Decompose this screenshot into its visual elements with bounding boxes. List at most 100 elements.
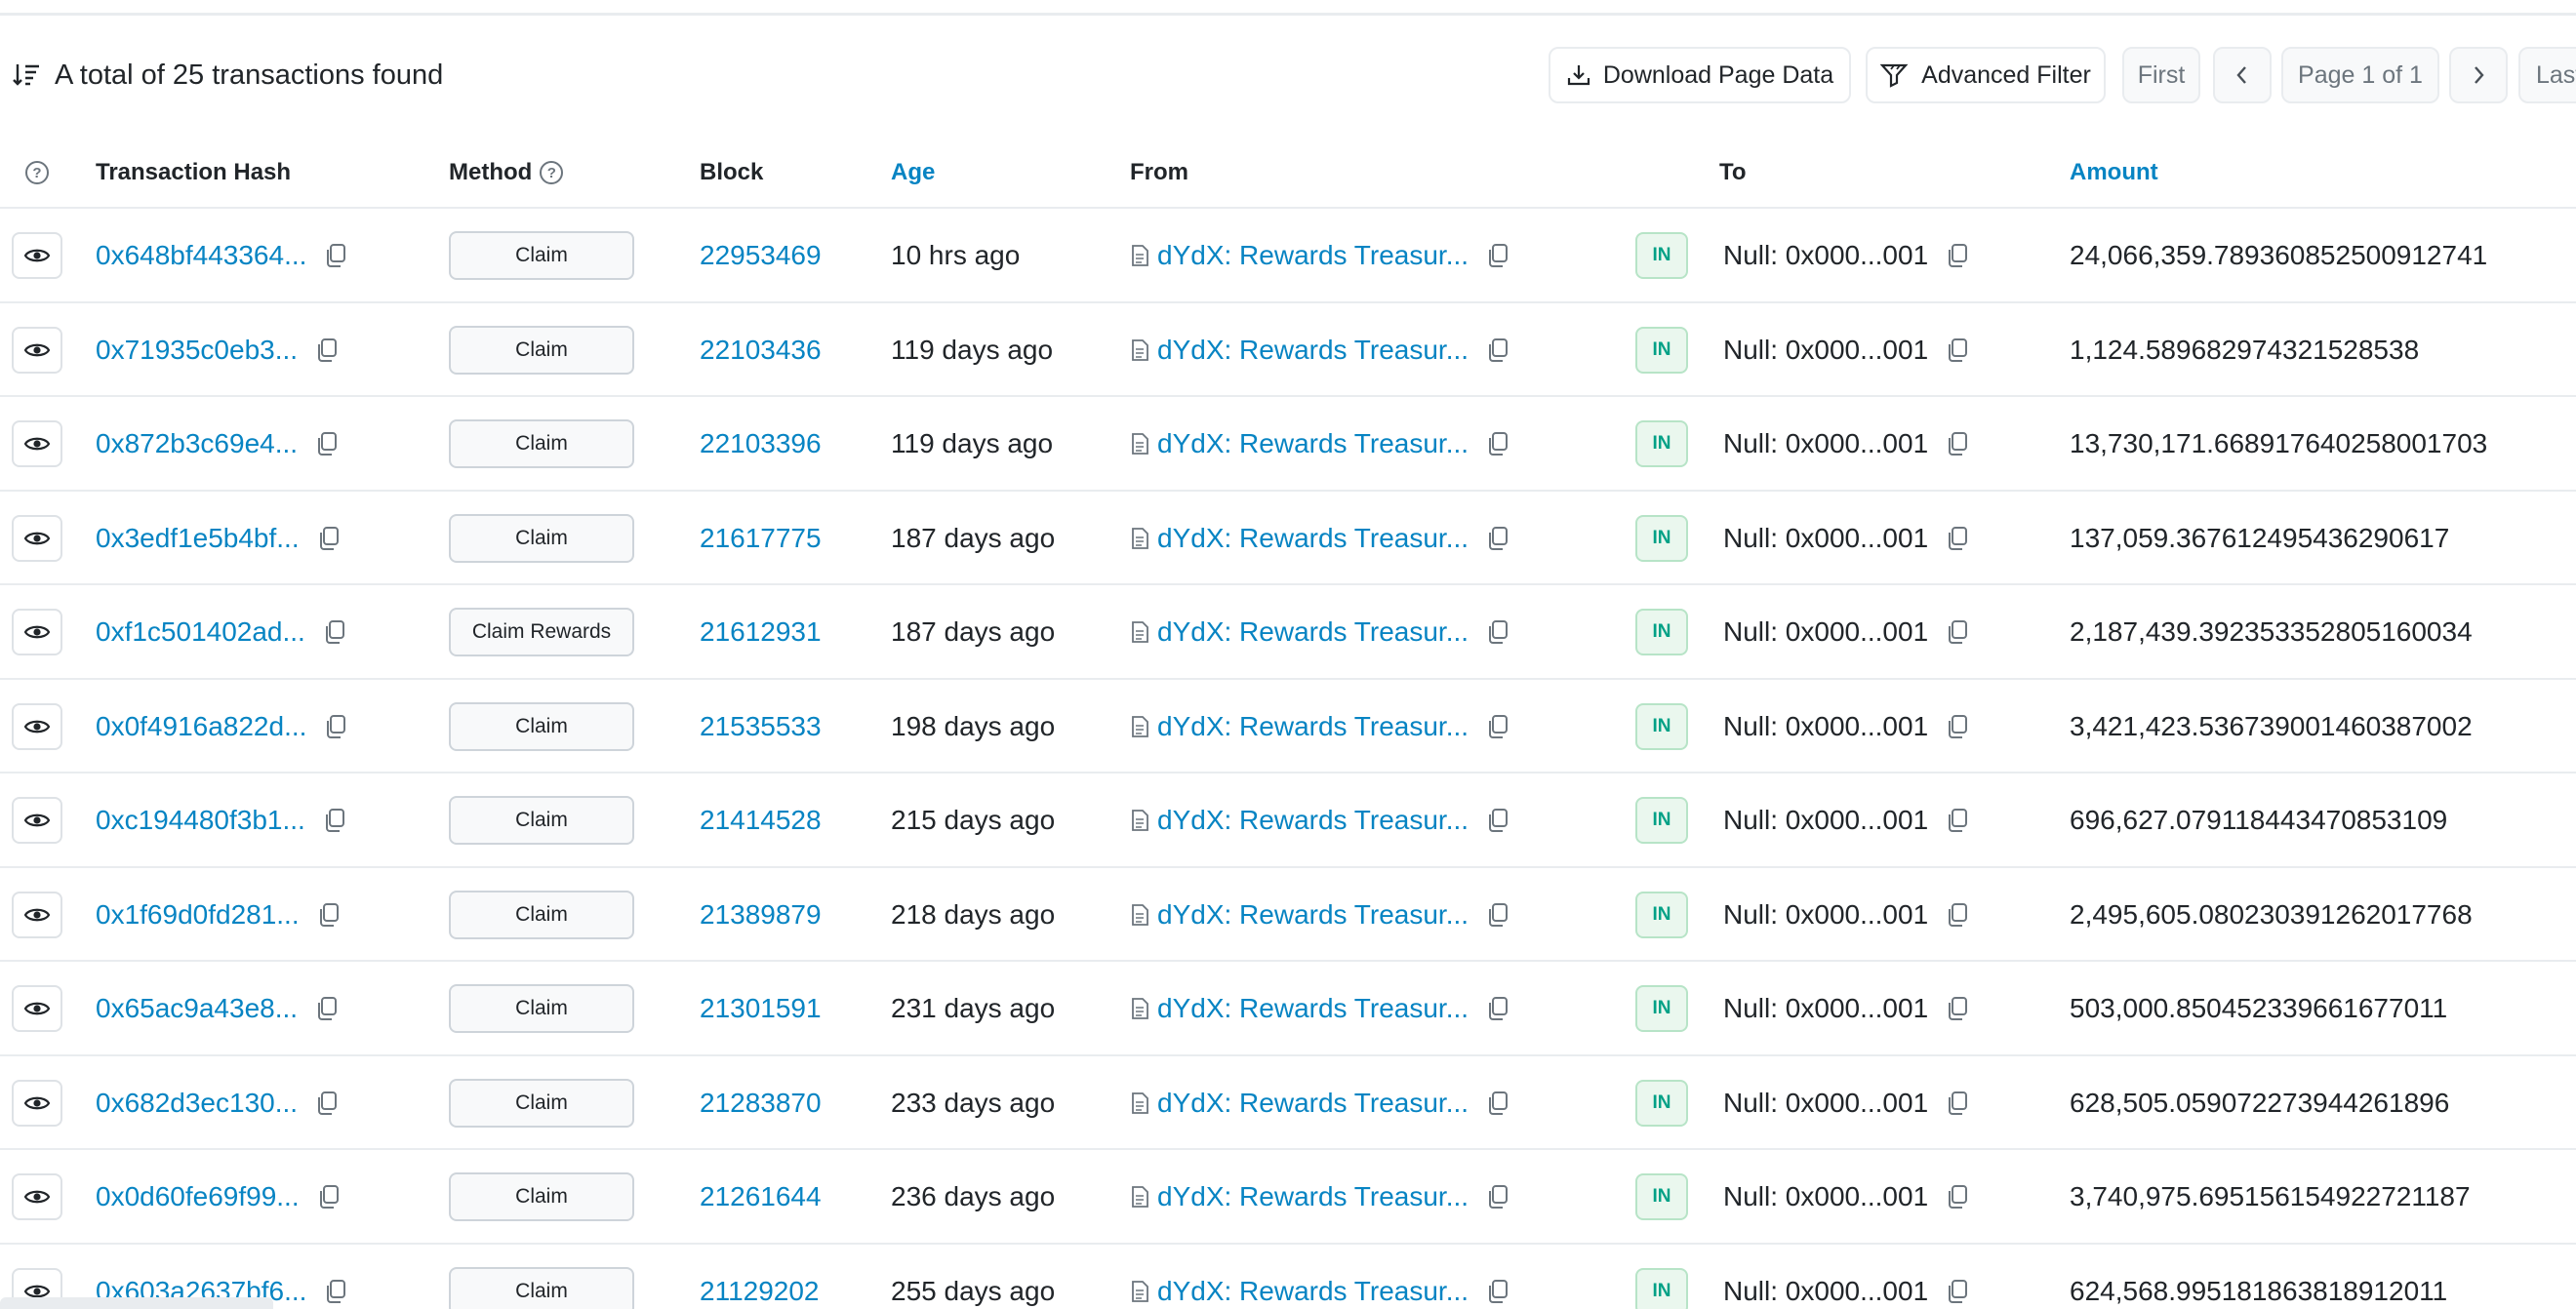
from-address-link[interactable]: dYdX: Rewards Treasur...: [1157, 993, 1469, 1024]
copy-icon[interactable]: [315, 337, 339, 363]
copy-icon[interactable]: [324, 1279, 347, 1304]
from-address-link[interactable]: dYdX: Rewards Treasur...: [1157, 899, 1469, 931]
tx-hash-link[interactable]: 0x872b3c69e4...: [96, 428, 298, 459]
download-page-data-button[interactable]: Download Page Data: [1549, 47, 1851, 103]
copy-icon[interactable]: [1486, 431, 1509, 456]
copy-icon[interactable]: [1946, 619, 1969, 645]
tx-hash-link[interactable]: 0xf1c501402ad...: [96, 616, 305, 648]
info-column-header[interactable]: ?: [25, 137, 49, 209]
block-link[interactable]: 21261644: [700, 1150, 822, 1244]
from-address-link[interactable]: dYdX: Rewards Treasur...: [1157, 805, 1469, 836]
view-details-button[interactable]: [12, 891, 62, 938]
tx-hash-link[interactable]: 0x3edf1e5b4bf...: [96, 523, 300, 554]
copy-icon[interactable]: [1946, 902, 1969, 928]
view-details-button[interactable]: [12, 1079, 62, 1127]
tx-hash-link[interactable]: 0x0d60fe69f99...: [96, 1181, 300, 1212]
copy-icon[interactable]: [1486, 1184, 1509, 1210]
copy-icon[interactable]: [324, 243, 347, 268]
copy-icon[interactable]: [1486, 902, 1509, 928]
from-address-link[interactable]: dYdX: Rewards Treasur...: [1157, 1181, 1469, 1212]
copy-icon[interactable]: [1946, 1091, 1969, 1116]
block-link[interactable]: 22103436: [700, 303, 822, 397]
copy-icon[interactable]: [1486, 996, 1509, 1021]
copy-icon[interactable]: [317, 526, 341, 551]
copy-icon[interactable]: [1486, 243, 1509, 268]
view-details-button[interactable]: [12, 514, 62, 562]
advanced-filter-button[interactable]: Advanced Filter: [1866, 47, 2106, 103]
tx-hash-link[interactable]: 0x1f69d0fd281...: [96, 899, 300, 931]
age-column-header[interactable]: Age: [891, 137, 935, 209]
copy-icon[interactable]: [317, 902, 341, 928]
copy-icon[interactable]: [1486, 1279, 1509, 1304]
copy-icon[interactable]: [1486, 808, 1509, 833]
age-header-label[interactable]: Age: [891, 159, 935, 186]
scrollbar[interactable]: [0, 1297, 273, 1309]
view-details-button[interactable]: [12, 609, 62, 655]
copy-icon[interactable]: [324, 714, 347, 739]
copy-icon[interactable]: [1486, 337, 1509, 363]
copy-icon[interactable]: [323, 619, 346, 645]
from-address-link[interactable]: dYdX: Rewards Treasur...: [1157, 616, 1469, 648]
copy-icon[interactable]: [1486, 714, 1509, 739]
amount-text: 13,730,171.668917640258001703: [2070, 428, 2488, 458]
view-details-button[interactable]: [12, 420, 62, 467]
from-address-link[interactable]: dYdX: Rewards Treasur...: [1157, 428, 1469, 459]
copy-icon[interactable]: [323, 808, 346, 833]
copy-icon[interactable]: [1486, 526, 1509, 551]
copy-icon[interactable]: [1946, 243, 1969, 268]
copy-icon[interactable]: [315, 431, 339, 456]
tx-hash-link[interactable]: 0x71935c0eb3...: [96, 335, 298, 366]
last-page-button[interactable]: Last: [2518, 47, 2576, 103]
copy-icon[interactable]: [1946, 1279, 1969, 1304]
copy-icon[interactable]: [1486, 619, 1509, 645]
from-address-link[interactable]: dYdX: Rewards Treasur...: [1157, 1088, 1469, 1119]
from-address-link[interactable]: dYdX: Rewards Treasur...: [1157, 240, 1469, 271]
copy-icon[interactable]: [1946, 714, 1969, 739]
first-page-button[interactable]: First: [2122, 47, 2200, 103]
block-link[interactable]: 21414528: [700, 774, 822, 867]
tx-hash-link[interactable]: 0x682d3ec130...: [96, 1088, 298, 1119]
method-help-icon[interactable]: ?: [540, 161, 564, 184]
copy-icon[interactable]: [317, 1184, 341, 1210]
view-details-button[interactable]: [12, 232, 62, 279]
copy-icon[interactable]: [1946, 996, 1969, 1021]
help-icon[interactable]: ?: [25, 161, 49, 184]
copy-icon[interactable]: [1946, 808, 1969, 833]
view-details-button[interactable]: [12, 797, 62, 844]
from-address-link[interactable]: dYdX: Rewards Treasur...: [1157, 711, 1469, 742]
copy-icon[interactable]: [1946, 337, 1969, 363]
sort-icon[interactable]: [12, 59, 45, 92]
block-link[interactable]: 21283870: [700, 1056, 822, 1150]
tx-hash-link[interactable]: 0x65ac9a43e8...: [96, 993, 298, 1024]
from-address-link[interactable]: dYdX: Rewards Treasur...: [1157, 335, 1469, 366]
block-link[interactable]: 21129202: [700, 1245, 820, 1309]
view-details-button[interactable]: [12, 1173, 62, 1220]
from-address-link[interactable]: dYdX: Rewards Treasur...: [1157, 1276, 1469, 1307]
copy-icon[interactable]: [1946, 1184, 1969, 1210]
tx-hash-link[interactable]: 0x0f4916a822d...: [96, 711, 306, 742]
view-details-button[interactable]: [12, 985, 62, 1032]
tx-hash-link[interactable]: 0xc194480f3b1...: [96, 805, 305, 836]
copy-icon[interactable]: [1946, 526, 1969, 551]
block-link[interactable]: 21389879: [700, 868, 822, 962]
contract-icon: [1130, 432, 1149, 456]
amount-header-label[interactable]: Amount: [2070, 159, 2158, 186]
copy-icon[interactable]: [1486, 1091, 1509, 1116]
block-link[interactable]: 21535533: [700, 680, 822, 774]
tx-hash-link[interactable]: 0x648bf443364...: [96, 240, 306, 271]
block-link[interactable]: 21301591: [700, 962, 822, 1055]
block-link[interactable]: 21617775: [700, 492, 822, 585]
view-details-button[interactable]: [12, 702, 62, 750]
previous-page-button[interactable]: [2213, 47, 2272, 103]
amount-column-header[interactable]: Amount: [2070, 137, 2158, 209]
from-address-link[interactable]: dYdX: Rewards Treasur...: [1157, 523, 1469, 554]
copy-icon[interactable]: [315, 996, 339, 1021]
view-details-button[interactable]: [12, 326, 62, 374]
total-text: A total of 25 transactions found: [55, 59, 444, 91]
copy-icon[interactable]: [315, 1091, 339, 1116]
block-link[interactable]: 22953469: [700, 209, 822, 302]
block-link[interactable]: 21612931: [700, 585, 822, 679]
block-link[interactable]: 22103396: [700, 397, 822, 491]
next-page-button[interactable]: [2449, 47, 2508, 103]
copy-icon[interactable]: [1946, 431, 1969, 456]
